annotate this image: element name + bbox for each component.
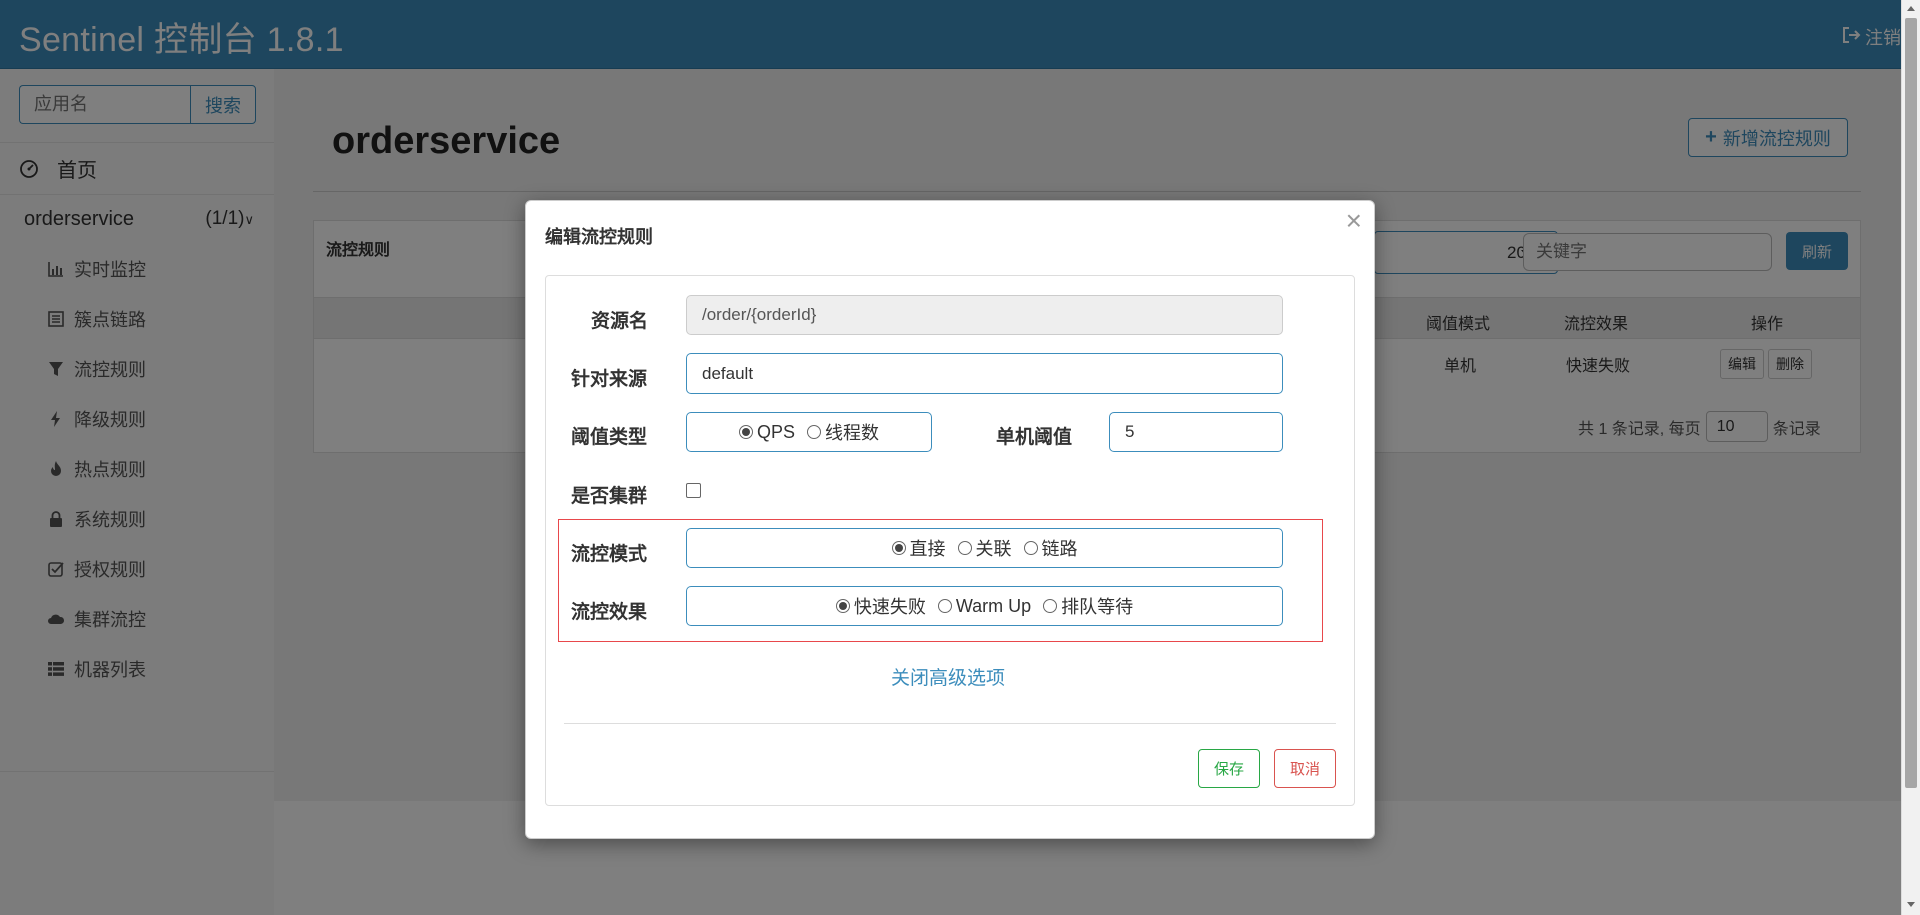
cluster-label: 是否集群 [571, 486, 648, 507]
flow-mode-relate[interactable]: 关联 [957, 535, 1012, 561]
single-threshold-field[interactable]: 5 [1109, 412, 1283, 452]
radio-icon [957, 541, 972, 555]
cluster-checkbox[interactable] [686, 483, 701, 498]
edit-flow-rule-modal: 编辑流控规则 × 资源名 /order/{orderId} 针对来源 defau… [525, 200, 1375, 839]
save-button[interactable]: 保存 [1198, 749, 1260, 788]
threshold-type-thread[interactable]: 线程数 [807, 419, 879, 445]
radio-selected-icon [891, 541, 906, 555]
flow-mode-label: 流控模式 [571, 544, 648, 565]
radio-icon [937, 599, 952, 613]
flow-mode-radio-group: 直接 关联 链路 [686, 528, 1283, 568]
source-field[interactable]: default [686, 353, 1283, 394]
resource-label: 资源名 [591, 311, 649, 332]
modal-title: 编辑流控规则 [545, 227, 653, 247]
flow-effect-fast-fail[interactable]: 快速失败 [835, 593, 926, 619]
scroll-thumb[interactable] [1905, 18, 1917, 788]
flow-effect-radio-group: 快速失败 Warm Up 排队等待 [686, 586, 1283, 626]
radio-icon [1023, 541, 1038, 555]
close-icon[interactable]: × [1346, 207, 1362, 235]
single-threshold-label: 单机阈值 [996, 427, 1073, 448]
threshold-type-radio-group: QPS 线程数 [686, 412, 932, 452]
resource-field: /order/{orderId} [686, 295, 1283, 335]
flow-effect-warm-up[interactable]: Warm Up [937, 596, 1031, 617]
rule-form: 资源名 /order/{orderId} 针对来源 default 阈值类型 Q… [545, 275, 1355, 806]
page-scrollbar[interactable] [1901, 0, 1920, 915]
radio-selected-icon [835, 599, 850, 613]
scroll-down-icon[interactable] [1907, 902, 1915, 907]
form-divider [564, 723, 1336, 724]
toggle-advanced-options-link[interactable]: 关闭高级选项 [891, 663, 1005, 690]
source-label: 针对来源 [571, 369, 648, 390]
scroll-up-icon[interactable] [1907, 6, 1915, 11]
radio-selected-icon [738, 425, 753, 439]
threshold-type-label: 阈值类型 [571, 427, 648, 448]
cancel-button[interactable]: 取消 [1274, 749, 1336, 788]
flow-mode-chain[interactable]: 链路 [1023, 535, 1078, 561]
radio-icon [807, 425, 821, 439]
threshold-type-qps[interactable]: QPS [738, 422, 795, 443]
radio-icon [1043, 599, 1058, 613]
flow-effect-queue[interactable]: 排队等待 [1043, 593, 1133, 619]
flow-mode-direct[interactable]: 直接 [891, 535, 946, 561]
flow-effect-label: 流控效果 [571, 602, 648, 623]
